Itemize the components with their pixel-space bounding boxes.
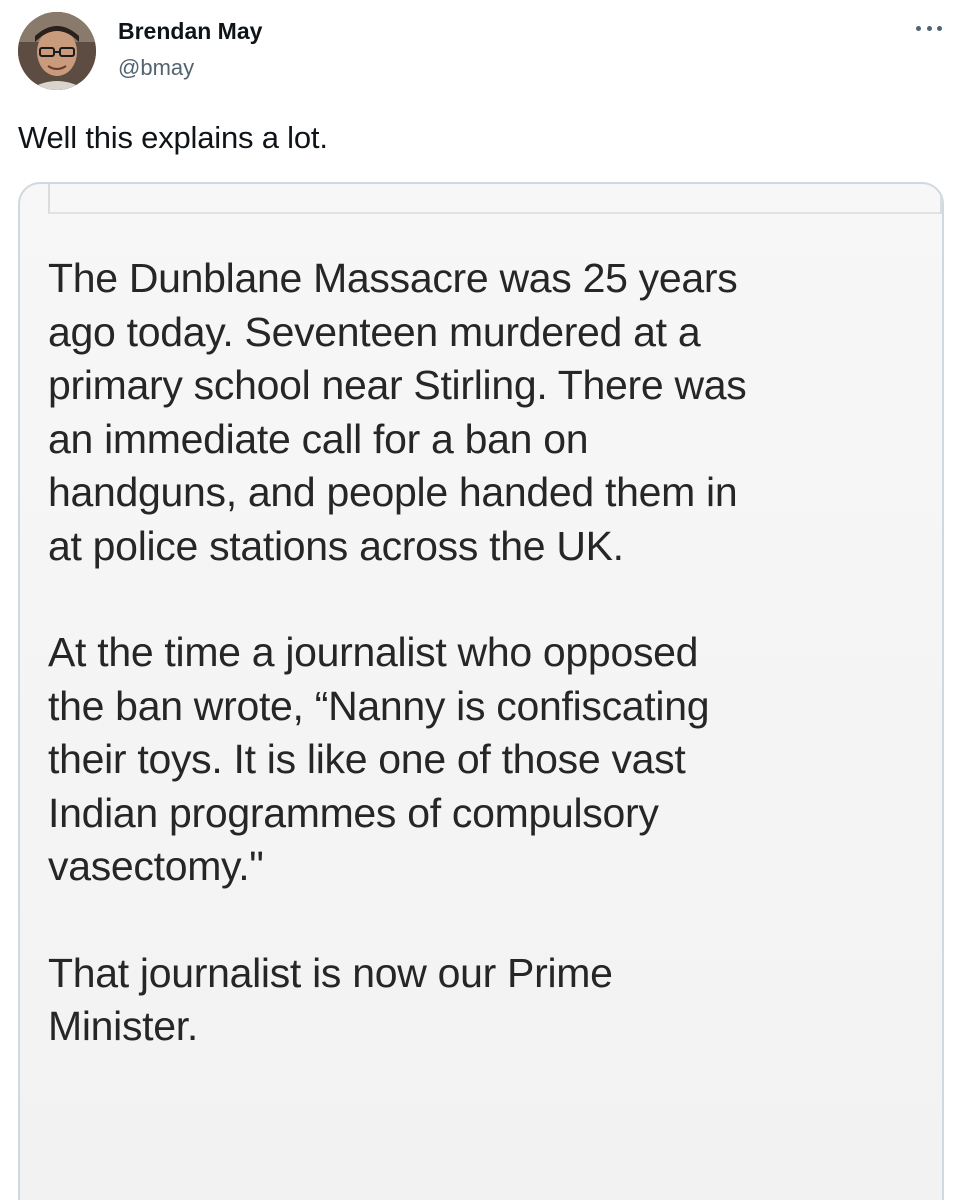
media-paragraph: That journalist is now our Prime Ministe… xyxy=(48,949,613,1050)
tweet-header: Brendan May @bmay xyxy=(0,0,970,110)
author-display-name[interactable]: Brendan May xyxy=(118,18,262,45)
more-options-button[interactable] xyxy=(916,22,942,34)
tweet-media-card[interactable]: The Dunblane Massacre was 25 years ago t… xyxy=(18,182,944,1200)
author-handle[interactable]: @bmay xyxy=(118,55,194,81)
profile-photo-icon xyxy=(18,12,96,90)
tweet-text: Well this explains a lot. xyxy=(18,120,328,155)
more-horizontal-icon xyxy=(916,25,921,31)
more-horizontal-icon-dot xyxy=(926,25,932,31)
media-screenshot-topbar xyxy=(48,184,942,214)
media-screenshot-text: The Dunblane Massacre was 25 years ago t… xyxy=(48,252,928,1107)
avatar[interactable] xyxy=(18,12,96,90)
media-paragraph: The Dunblane Massacre was 25 years ago t… xyxy=(48,255,747,569)
media-paragraph: At the time a journalist who opposed the… xyxy=(48,629,710,889)
more-horizontal-icon-dot xyxy=(937,25,942,31)
